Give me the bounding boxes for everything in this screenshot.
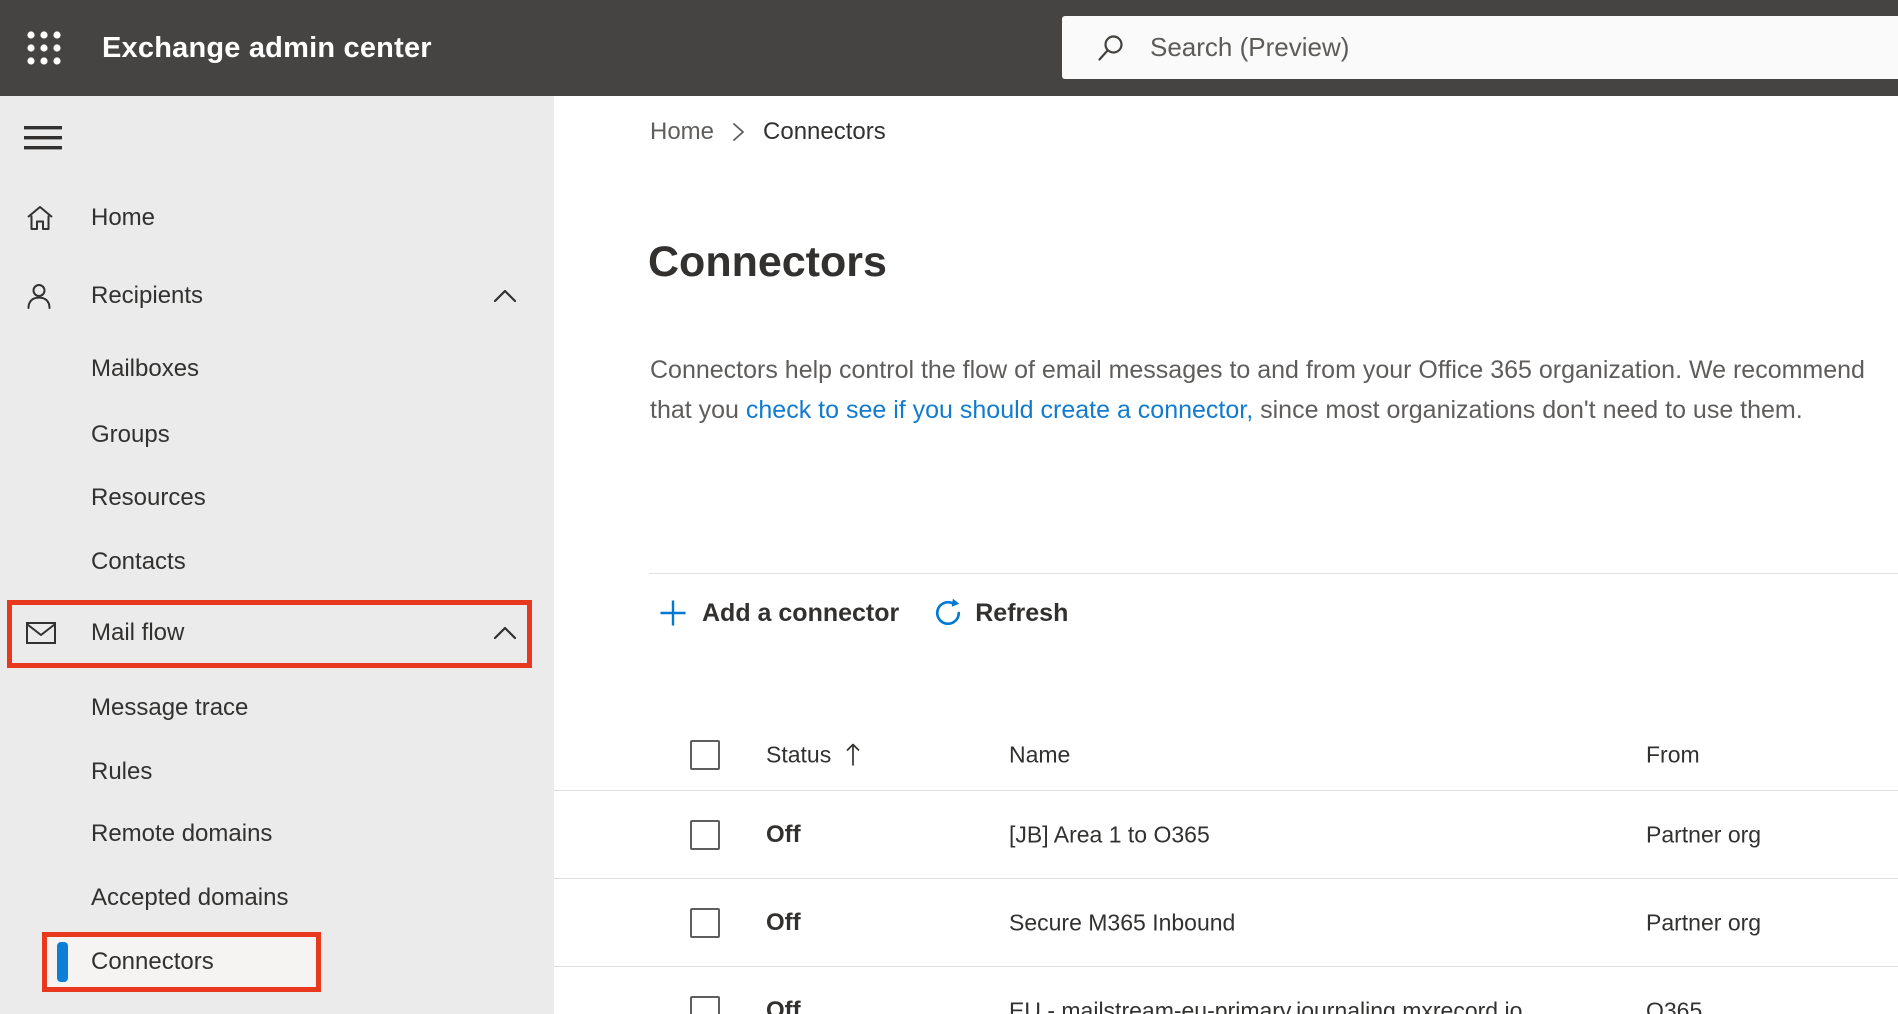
sidebar-item-label: Accepted domains — [91, 884, 289, 911]
refresh-button[interactable]: Refresh — [933, 598, 1068, 628]
breadcrumb-home-link[interactable]: Home — [650, 118, 714, 146]
row-name[interactable]: Secure M365 Inbound — [1009, 909, 1235, 936]
column-header-label: Status — [766, 741, 832, 767]
column-header-from[interactable]: From — [1646, 741, 1700, 768]
person-icon — [25, 282, 53, 310]
row-checkbox[interactable] — [690, 819, 720, 850]
row-from: O365 — [1646, 997, 1703, 1014]
sidebar-item-mailboxes[interactable]: Mailboxes — [0, 337, 554, 401]
page-title: Connectors — [648, 238, 887, 286]
sidebar-item-resources[interactable]: Resources — [0, 466, 554, 530]
add-connector-button[interactable]: Add a connector — [658, 598, 899, 628]
table-row[interactable]: Off Secure M365 Inbound Partner org — [554, 878, 1898, 966]
hamburger-icon — [24, 125, 62, 149]
row-checkbox[interactable] — [690, 907, 720, 938]
mail-icon — [25, 621, 57, 645]
row-status: Off — [766, 820, 801, 848]
sidebar-item-contacts[interactable]: Contacts — [0, 530, 554, 594]
sidebar-item-recipients[interactable]: Recipients — [0, 264, 554, 328]
row-status: Off — [766, 908, 801, 936]
row-checkbox[interactable] — [690, 995, 720, 1014]
top-bar: Exchange admin center Search (Preview) — [0, 0, 1898, 96]
create-connector-check-link[interactable]: check to see if you should create a conn… — [746, 396, 1253, 424]
search-input[interactable]: Search (Preview) — [1062, 16, 1898, 79]
row-from: Partner org — [1646, 909, 1762, 935]
sidebar-item-label: Groups — [91, 421, 170, 448]
sidebar-item-label: Remote domains — [91, 820, 273, 847]
main-content: Home Connectors Connectors Connectors he… — [554, 96, 1898, 1014]
refresh-icon — [936, 598, 961, 625]
search-placeholder: Search (Preview) — [1150, 32, 1350, 62]
row-status: Off — [766, 996, 801, 1014]
row-from: Partner org — [1646, 821, 1762, 847]
sidebar-item-mail-flow[interactable]: Mail flow — [0, 601, 554, 665]
app-launcher-button[interactable] — [16, 20, 72, 76]
table-row[interactable]: Off [JB] Area 1 to O365 Partner org — [554, 790, 1898, 878]
column-header-name[interactable]: Name — [1009, 741, 1070, 768]
sidebar-item-label: Resources — [91, 484, 206, 511]
description-text-after: since most organizations don't need to u… — [1253, 396, 1803, 424]
selected-indicator-bar — [57, 942, 68, 982]
page-description: Connectors help control the flow of emai… — [650, 350, 1872, 430]
waffle-icon — [27, 31, 61, 65]
sidebar-item-remote-domains[interactable]: Remote domains — [0, 802, 554, 866]
toolbar: Add a connector Refresh — [658, 585, 1068, 641]
sidebar-item-label: Connectors — [91, 948, 214, 975]
sidebar-item-home[interactable]: Home — [0, 186, 554, 250]
sidebar-item-groups[interactable]: Groups — [0, 403, 554, 467]
column-header-status[interactable]: Status — [766, 741, 861, 768]
breadcrumb-current: Connectors — [763, 118, 886, 145]
add-connector-label: Add a connector — [702, 598, 900, 627]
sidebar-item-accepted-domains[interactable]: Accepted domains — [0, 866, 554, 930]
sidebar-item-label: Rules — [91, 758, 153, 785]
sidebar-item-connectors[interactable]: Connectors — [0, 930, 554, 994]
breadcrumb: Home Connectors — [650, 116, 886, 148]
sidebar-item-label: Mailboxes — [91, 355, 200, 382]
chevron-up-icon[interactable] — [492, 287, 518, 305]
toolbar-divider — [649, 573, 1898, 574]
hamburger-menu-button[interactable] — [24, 125, 64, 151]
search-icon — [1098, 34, 1123, 61]
row-name[interactable]: EU - mailstream-eu-primary.journaling.mx… — [1009, 997, 1522, 1014]
sidebar-item-label: Contacts — [91, 548, 186, 575]
sidebar-item-message-trace[interactable]: Message trace — [0, 676, 554, 740]
chevron-right-icon — [732, 121, 745, 143]
row-name[interactable]: [JB] Area 1 to O365 — [1009, 821, 1210, 848]
table-header: Status Name From — [554, 719, 1898, 790]
sidebar-item-label: Message trace — [91, 694, 249, 721]
plus-icon — [660, 600, 686, 626]
sidebar-item-rules[interactable]: Rules — [0, 740, 554, 804]
refresh-label: Refresh — [975, 598, 1069, 627]
sort-ascending-icon — [845, 742, 861, 768]
home-icon — [25, 204, 55, 232]
app-title: Exchange admin center — [102, 31, 432, 64]
table-row[interactable]: Off EU - mailstream-eu-primary.journalin… — [554, 966, 1898, 1014]
chevron-up-icon[interactable] — [492, 624, 518, 642]
sidebar: Home Recipients Mailboxes Groups Resourc… — [0, 96, 554, 1014]
sidebar-item-label: Home — [91, 204, 156, 231]
select-all-checkbox[interactable] — [690, 739, 720, 770]
